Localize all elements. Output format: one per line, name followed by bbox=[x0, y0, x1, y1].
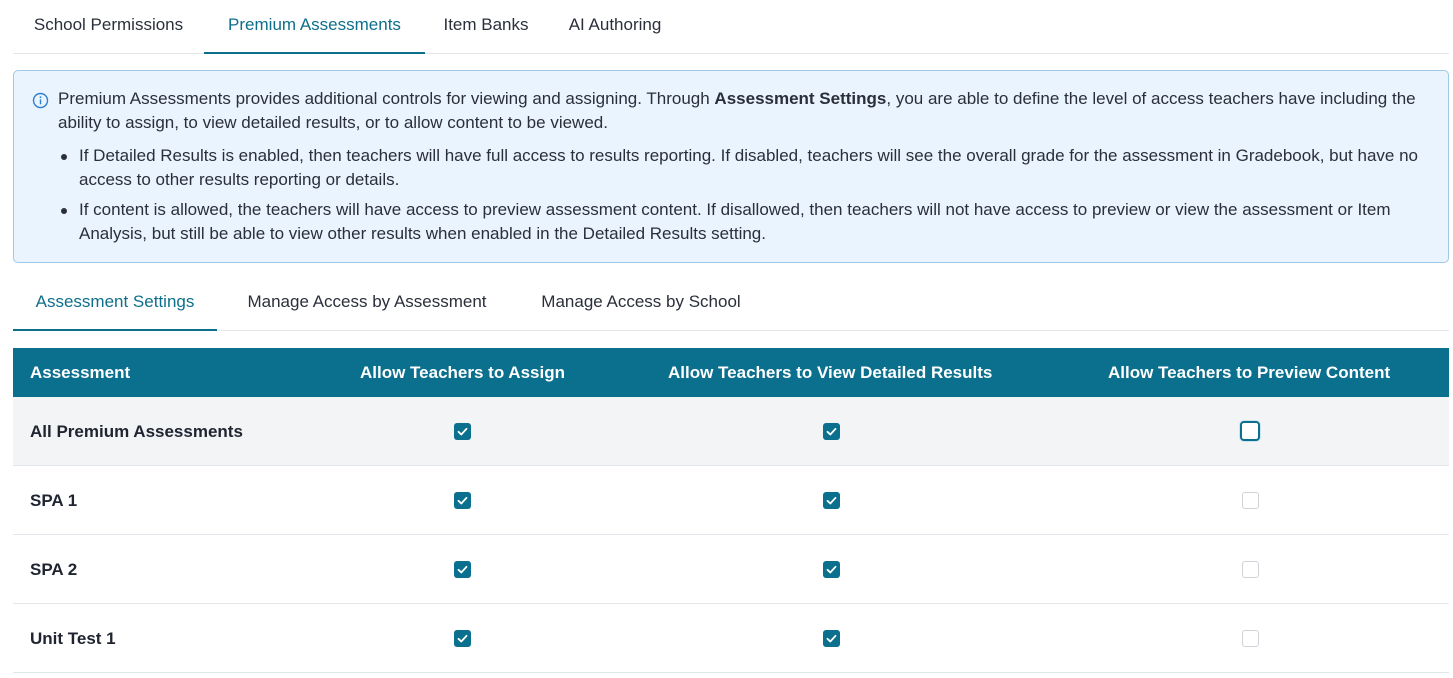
sub-tab-bar: Assessment Settings Manage Access by Ass… bbox=[13, 277, 1449, 331]
assign-checkbox[interactable] bbox=[454, 630, 471, 647]
table-row: All Premium Assessments bbox=[13, 397, 1449, 466]
tab-premium-assessments[interactable]: Premium Assessments bbox=[204, 0, 425, 54]
header-allow-assign: Allow Teachers to Assign bbox=[360, 363, 565, 382]
check-icon bbox=[457, 634, 468, 643]
view-results-checkbox[interactable] bbox=[823, 561, 840, 578]
header-allow-preview: Allow Teachers to Preview Content bbox=[1108, 363, 1391, 382]
check-icon bbox=[457, 496, 468, 505]
check-icon bbox=[457, 427, 468, 436]
view-results-checkbox[interactable] bbox=[823, 492, 840, 509]
top-tab-bar: School Permissions Premium Assessments I… bbox=[13, 0, 1449, 54]
table-row: SPA 1 bbox=[13, 466, 1449, 535]
preview-content-checkbox[interactable] bbox=[1242, 492, 1259, 509]
info-bullet-content: If content is allowed, the teachers will… bbox=[58, 198, 1442, 246]
tab-ai-authoring[interactable]: AI Authoring bbox=[547, 0, 683, 54]
preview-content-checkbox[interactable] bbox=[1242, 630, 1259, 647]
assessment-name: All Premium Assessments bbox=[30, 422, 243, 441]
info-intro-before: Premium Assessments provides additional … bbox=[58, 89, 715, 108]
header-assessment: Assessment bbox=[30, 363, 131, 382]
check-icon bbox=[457, 565, 468, 574]
info-bullet-detailed-results: If Detailed Results is enabled, then tea… bbox=[58, 144, 1442, 192]
check-icon bbox=[826, 565, 837, 574]
view-results-checkbox[interactable] bbox=[823, 423, 840, 440]
assign-checkbox[interactable] bbox=[454, 423, 471, 440]
assessment-name: SPA 2 bbox=[30, 560, 78, 579]
check-icon bbox=[826, 496, 837, 505]
tab-assessment-settings[interactable]: Assessment Settings bbox=[13, 277, 217, 331]
assessment-name: SPA 1 bbox=[30, 491, 78, 510]
view-results-checkbox[interactable] bbox=[823, 630, 840, 647]
table-header: Assessment Allow Teachers to Assign Allo… bbox=[13, 348, 1449, 397]
tab-manage-access-by-school[interactable]: Manage Access by School bbox=[525, 277, 757, 331]
table-row: SPA 2 bbox=[13, 535, 1449, 604]
info-intro: Premium Assessments provides additional … bbox=[58, 87, 1438, 135]
info-circle-icon bbox=[32, 92, 49, 109]
preview-content-checkbox[interactable] bbox=[1240, 421, 1260, 441]
table-body: All Premium Assessments SPA 1 SPA 2 Unit Te… bbox=[13, 397, 1449, 673]
tab-school-permissions[interactable]: School Permissions bbox=[13, 0, 204, 54]
info-panel: Premium Assessments provides additional … bbox=[13, 70, 1449, 263]
assessment-name: Unit Test 1 bbox=[30, 629, 116, 648]
check-icon bbox=[826, 634, 837, 643]
tab-manage-access-by-assessment[interactable]: Manage Access by Assessment bbox=[227, 277, 507, 331]
assign-checkbox[interactable] bbox=[454, 492, 471, 509]
check-icon bbox=[826, 427, 837, 436]
assessment-settings-table: Assessment Allow Teachers to Assign Allo… bbox=[13, 348, 1449, 673]
header-allow-view-results: Allow Teachers to View Detailed Results bbox=[668, 363, 993, 382]
info-bullet-list: If Detailed Results is enabled, then tea… bbox=[58, 144, 1442, 252]
info-intro-bold: Assessment Settings bbox=[714, 89, 887, 108]
table-row: Unit Test 1 bbox=[13, 604, 1449, 673]
tab-item-banks[interactable]: Item Banks bbox=[425, 0, 547, 54]
preview-content-checkbox[interactable] bbox=[1242, 561, 1259, 578]
assign-checkbox[interactable] bbox=[454, 561, 471, 578]
